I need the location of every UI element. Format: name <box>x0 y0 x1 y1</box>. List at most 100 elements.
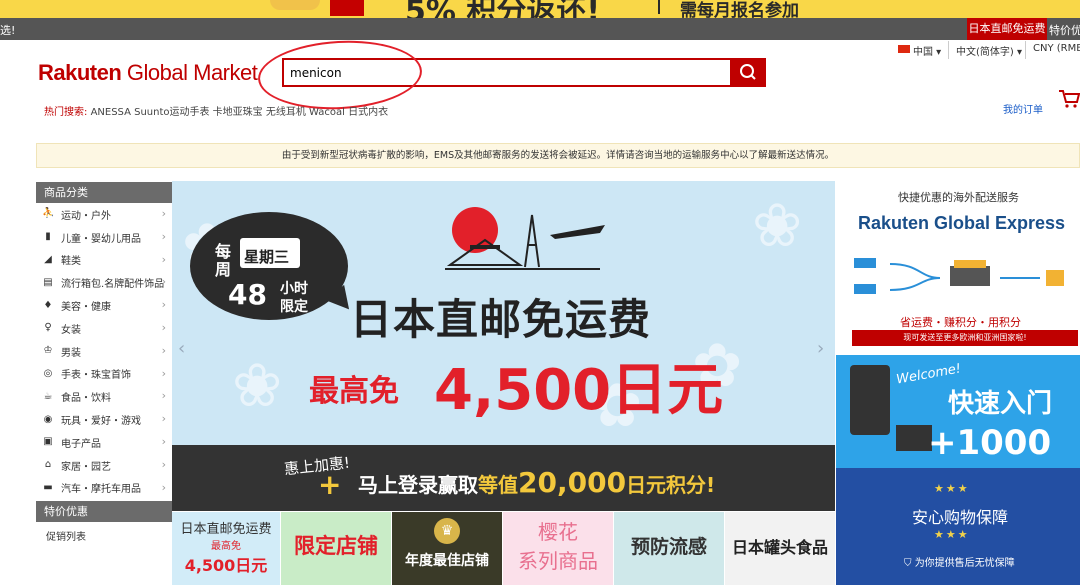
banner-max-label: 最高免 <box>309 374 399 409</box>
chevron-right-icon: › <box>161 366 166 380</box>
tile-limited-shops[interactable]: 限定店铺 <box>281 512 391 585</box>
sidebar-item-label: 玩具・爱好・游戏 <box>61 416 141 428</box>
red-circle-annotation <box>256 36 424 114</box>
safe-shopping-panel[interactable]: ★★★ 安心购物保障 ★★★ ⛉ 为你提供售后无忧保障 <box>836 468 1080 585</box>
my-orders-link[interactable]: 我的订单 <box>1003 101 1043 116</box>
sidebar-item-label: 家居・园艺 <box>61 461 111 473</box>
stars-icon: ★★★ <box>934 528 970 541</box>
locale-divider <box>948 41 949 59</box>
chevron-right-icon: › <box>161 457 166 471</box>
sidebar-item[interactable]: ⌂ 家居・园艺 › <box>36 454 172 477</box>
tile-label: 预防流感 <box>630 536 707 558</box>
tile-label: 系列商品 <box>518 549 598 573</box>
tile-label: 4,500日元 <box>184 556 268 575</box>
chevron-right-icon: › <box>161 343 166 357</box>
gamepad-icon: ◉ <box>43 413 53 425</box>
deals-heading: 特价优惠 <box>36 501 172 522</box>
china-flag-icon <box>898 45 910 53</box>
welcome-title: 快速入门 <box>948 389 1053 419</box>
japan-free-shipping-link[interactable]: 日本直邮免运费 <box>967 18 1047 40</box>
currency-select[interactable]: CNY (RMB <box>1033 43 1080 54</box>
sidebar-item[interactable]: ⛹ 运动・户外 › <box>36 203 172 226</box>
sidebar-item-label: 女装 <box>61 324 81 336</box>
express-red-banner[interactable]: 现可发送至更多欧洲和亚洲国家啦! <box>852 330 1078 346</box>
shipping-flow-icon <box>854 258 1064 294</box>
promo-divider <box>658 0 660 14</box>
bubble-limit: 限定 <box>280 299 308 315</box>
sidebar-item[interactable]: ▣ 电子产品 › <box>36 431 172 454</box>
hot-search-label: 热门搜索: <box>44 107 88 118</box>
promo-mascot <box>330 0 364 16</box>
crown-icon: ♛ <box>434 518 460 544</box>
plus-icon: + <box>318 468 342 501</box>
tile-best-shops[interactable]: ♛ 年度最佳店铺 <box>392 512 502 585</box>
bubble-hours: 48 <box>228 278 267 311</box>
carousel-next-icon[interactable]: › <box>817 338 824 359</box>
tile-label: 限定店铺 <box>294 534 378 558</box>
tile-free-shipping[interactable]: 日本直邮免运费 最高免 4,500日元 <box>172 512 280 585</box>
cart-icon[interactable] <box>1058 88 1080 110</box>
category-heading: 商品分类 <box>36 182 172 203</box>
chevron-right-icon: › <box>161 252 166 266</box>
tile-sakura[interactable]: 樱花 系列商品 <box>503 512 613 585</box>
sidebar-item[interactable]: ♀ 女装 › <box>36 317 172 340</box>
welcome-points: +1000 <box>928 423 1052 463</box>
deals-link[interactable]: 特价优 <box>1049 22 1080 38</box>
tile-label: 年度最佳店铺 <box>405 553 489 569</box>
express-brand[interactable]: Rakuten Global Express <box>858 213 1065 234</box>
tile-flu-prevention[interactable]: 预防流感 <box>614 512 724 585</box>
sidebar-item[interactable]: ♦ 美容・健康 › <box>36 294 172 317</box>
tile-label: 日本罐头食品 <box>731 538 828 557</box>
camera-icon: ▣ <box>43 436 53 448</box>
sidebar-item[interactable]: ▮ 儿童・婴幼儿用品 › <box>36 226 172 249</box>
car-icon: ▬ <box>43 481 53 493</box>
language-select[interactable]: 中文(简体字) ▾ <box>956 43 1022 58</box>
baby-bottle-icon: ▮ <box>45 231 51 243</box>
perfume-icon: ♦ <box>43 299 53 311</box>
welcome-panel[interactable]: Welcome! 快速入门 +1000 <box>836 355 1080 468</box>
chevron-right-icon: › <box>161 229 166 243</box>
sidebar-item-label: 鞋类 <box>61 256 81 268</box>
shoe-icon: ◢ <box>44 253 52 265</box>
sidebar-item[interactable]: ☕ 食品・饮料 › <box>36 385 172 408</box>
chevron-right-icon: › <box>161 320 166 334</box>
sidebar-item[interactable]: ◉ 玩具・爱好・游戏 › <box>36 408 172 431</box>
category-list: ⛹ 运动・户外 › ▮ 儿童・婴幼儿用品 › ◢ 鞋类 › ▤ 流行箱包.名牌配件饰品 › ♦ 美容・健康… <box>36 203 172 499</box>
sidebar-item-label: 运动・户外 <box>61 210 111 222</box>
safe-subtitle: ⛉ 为你提供售后无忧保障 <box>904 558 1015 569</box>
flower-pattern: ❀ <box>232 351 283 421</box>
strip-headline: 马上登录赢取等值20,000日元积分! <box>358 466 716 499</box>
tile-label: 樱花 <box>538 520 578 544</box>
banner-title: 日本直邮免运费 <box>350 295 652 344</box>
rakuten-logo[interactable]: Rakuten Global Market <box>38 60 258 86</box>
sidebar-item-label: 手表・珠宝首饰 <box>61 370 131 382</box>
chevron-right-icon: › <box>161 298 166 312</box>
flower-pattern: ❀ <box>752 191 803 261</box>
sidebar-item[interactable]: ▬ 汽车・摩托车用品 › <box>36 477 172 500</box>
search-icon <box>740 64 756 80</box>
sidebar-item[interactable]: ▤ 流行箱包.名牌配件饰品 › <box>36 271 172 294</box>
food-icon: ☕ <box>43 390 53 402</box>
sidebar-item[interactable]: ◎ 手表・珠宝首饰 › <box>36 363 172 386</box>
phone-icon <box>850 365 890 435</box>
stars-icon: ★★★ <box>934 482 970 495</box>
tile-canned-food[interactable]: 日本罐头食品 <box>725 512 835 585</box>
express-heading: 快捷优惠的海外配送服务 <box>898 191 1019 204</box>
hot-search-terms[interactable]: ANESSA Suunto运动手表 卡地亚珠宝 无线耳机 Wacoal 日式内衣 <box>91 107 389 118</box>
sidebar-item-label: 食品・饮料 <box>61 393 111 405</box>
tile-label: 日本直邮免运费 <box>180 522 272 537</box>
watch-icon: ◎ <box>43 367 53 379</box>
chevron-right-icon: › <box>161 389 166 403</box>
chevron-right-icon: › <box>161 434 166 448</box>
shirt-icon: ♔ <box>43 345 53 357</box>
promo-list-link[interactable]: 促销列表 <box>46 528 86 543</box>
country-select[interactable]: 中国 ▾ <box>913 43 941 58</box>
chevron-right-icon: › <box>161 412 166 426</box>
sidebar-item[interactable]: ◢ 鞋类 › <box>36 249 172 272</box>
carousel-prev-icon[interactable]: ‹ <box>178 338 185 359</box>
sidebar-item[interactable]: ♔ 男装 › <box>36 340 172 363</box>
dress-icon: ♀ <box>44 322 52 334</box>
search-button[interactable] <box>730 58 766 87</box>
bag-icon: ▤ <box>43 276 53 288</box>
nav-left-link[interactable]: 选! <box>0 22 15 38</box>
